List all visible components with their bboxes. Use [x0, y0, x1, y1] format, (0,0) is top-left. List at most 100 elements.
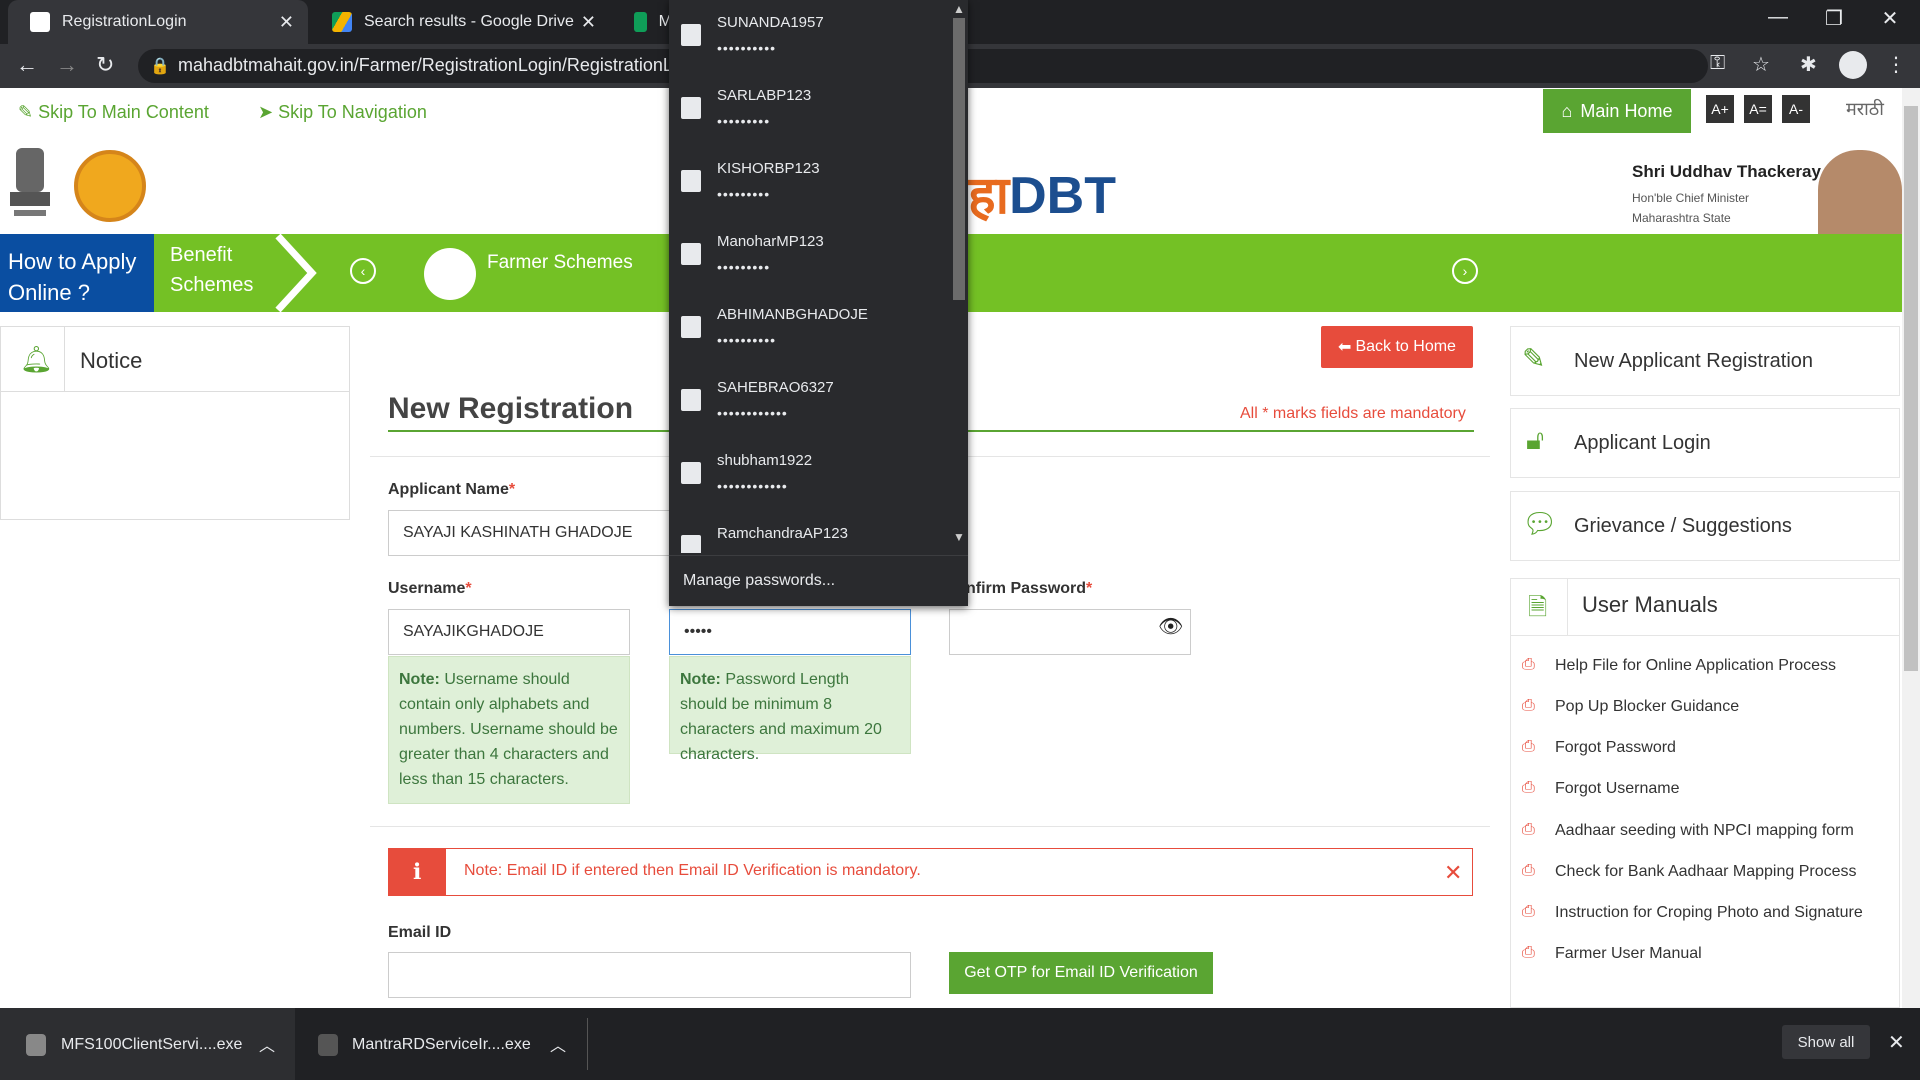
manual-link[interactable]: Forgot Username: [1555, 780, 1680, 798]
applicant-name-label: Applicant Name*: [388, 481, 515, 499]
chevron-right-icon: [275, 234, 317, 312]
download-filename[interactable]: MFS100ClientServi....exe: [61, 1036, 242, 1054]
skip-nav-label: Skip To Navigation: [278, 102, 427, 122]
new-applicant-link[interactable]: New Applicant Registration: [1574, 350, 1813, 373]
key-icon: [681, 535, 701, 553]
saved-password-item[interactable]: SAHEBRAO6327 ••••••••••••: [669, 365, 950, 438]
confirm-password-label: nfirm Password*: [966, 580, 1092, 598]
manual-link[interactable]: Help File for Online Application Process: [1555, 657, 1836, 675]
document-icon: 🗎: [1528, 594, 1548, 621]
forward-icon[interactable]: →: [56, 52, 78, 78]
saved-username: ManoharMP123: [717, 233, 824, 250]
scroll-up-icon[interactable]: ▲: [953, 2, 965, 16]
dropdown-scrollbar-thumb[interactable]: [953, 18, 965, 300]
mandatory-note: All * marks fields are mandatory: [1240, 405, 1466, 422]
chevron-up-icon[interactable]: ︿: [550, 1032, 566, 1056]
close-icon[interactable]: ✕: [581, 12, 596, 33]
extensions-icon[interactable]: ✱: [1800, 52, 1817, 77]
manual-link[interactable]: Instruction for Croping Photo and Signat…: [1555, 904, 1863, 922]
close-icon[interactable]: ✕: [1444, 860, 1462, 886]
key-icon: [681, 97, 701, 119]
profile-avatar[interactable]: [1839, 51, 1867, 79]
home-icon: ⌂: [1561, 100, 1573, 121]
font-decrease-button[interactable]: A-: [1782, 95, 1810, 123]
manual-link[interactable]: Check for Bank Aadhaar Mapping Process: [1555, 863, 1857, 881]
manual-link[interactable]: Aadhaar seeding with NPCI mapping form: [1555, 822, 1854, 840]
show-all-button[interactable]: Show all: [1782, 1025, 1870, 1059]
saved-password-item[interactable]: ManoharMP123 •••••••••: [669, 219, 950, 292]
manual-link[interactable]: Farmer User Manual: [1555, 945, 1702, 963]
tab-title: Search results - Google Drive: [364, 13, 574, 30]
restore-icon[interactable]: ❐: [1814, 6, 1854, 31]
key-icon[interactable]: ⚿: [1710, 52, 1725, 75]
minimize-icon[interactable]: —: [1758, 6, 1798, 29]
saved-password-item[interactable]: RamchandraAP123: [669, 511, 950, 553]
farmer-schemes-link[interactable]: Farmer Schemes: [487, 252, 633, 274]
lock-icon: 🔒: [150, 58, 170, 75]
key-icon: [681, 243, 701, 265]
close-window-icon[interactable]: ✕: [1870, 6, 1910, 31]
password-input[interactable]: •••••: [669, 609, 911, 655]
font-reset-button[interactable]: A=: [1744, 95, 1772, 123]
download-filename[interactable]: MantraRDServiceIr....exe: [352, 1036, 531, 1054]
close-icon[interactable]: ✕: [279, 12, 294, 33]
skip-nav-link[interactable]: ➤ Skip To Navigation: [258, 102, 427, 123]
maharashtra-seal: [74, 150, 146, 222]
benefit-schemes-label: Benefit Schemes: [170, 244, 254, 296]
username-label: Username*: [388, 580, 472, 598]
saved-username: shubham1922: [717, 452, 813, 469]
confirm-password-input[interactable]: [949, 609, 1191, 655]
carousel-next-icon[interactable]: ›: [1452, 258, 1478, 284]
username-label-text: Username: [388, 580, 466, 597]
bell-icon: 🔔︎: [20, 344, 54, 374]
carousel-prev-icon[interactable]: ‹: [350, 258, 376, 284]
saved-password-item[interactable]: KISHORBP123 •••••••••: [669, 146, 950, 219]
star-icon[interactable]: ☆: [1752, 52, 1770, 77]
saved-password-item[interactable]: shubham1922 ••••••••••••: [669, 438, 950, 511]
manage-passwords-link[interactable]: Manage passwords...: [683, 572, 835, 590]
back-to-home-label: Back to Home: [1355, 338, 1456, 355]
pdf-icon: ⎙: [1522, 944, 1535, 961]
main-home-button[interactable]: ⌂ Main Home: [1543, 89, 1691, 133]
grievance-link[interactable]: Grievance / Suggestions: [1574, 515, 1792, 538]
back-icon[interactable]: ←: [16, 52, 38, 78]
main-home-label: Main Home: [1580, 100, 1673, 121]
shelf-divider: [587, 1018, 588, 1070]
close-icon[interactable]: ✕: [1888, 1030, 1905, 1055]
how-to-apply-link[interactable]: How to Apply Online ?: [0, 234, 154, 312]
divider: [370, 826, 1490, 827]
saved-password-item[interactable]: SARLABP123 •••••••••: [669, 73, 950, 146]
note-bold: Note:: [680, 671, 721, 688]
eye-slash-icon[interactable]: 👁︎: [1158, 614, 1183, 639]
username-input[interactable]: SAYAJIKGHADOJE: [388, 609, 630, 655]
saved-password-item[interactable]: SUNANDA1957 ••••••••••: [669, 0, 950, 73]
menu-icon[interactable]: ⋮: [1886, 52, 1906, 77]
applicant-login-link[interactable]: Applicant Login: [1574, 432, 1711, 455]
manual-link[interactable]: Pop Up Blocker Guidance: [1555, 698, 1739, 716]
page-icon: [30, 12, 50, 32]
scroll-down-icon[interactable]: ▼: [953, 530, 965, 544]
skip-main-link[interactable]: ✎ Skip To Main Content: [18, 102, 209, 123]
language-toggle[interactable]: मराठी: [1846, 97, 1884, 121]
password-note: Note: Password Length should be minimum …: [669, 656, 911, 763]
chevron-up-icon[interactable]: ︿: [259, 1032, 275, 1056]
tab-registrationlogin[interactable]: RegistrationLogin ✕: [8, 0, 308, 44]
tab-google-drive[interactable]: Search results - Google Drive ✕: [310, 0, 610, 44]
page-scrollbar-thumb[interactable]: [1904, 106, 1918, 671]
key-icon: [681, 389, 701, 411]
saved-password-item[interactable]: ABHIMANBGHADOJE ••••••••••: [669, 292, 950, 365]
reload-icon[interactable]: ↻: [96, 52, 114, 78]
url-text[interactable]: mahadbtmahait.gov.in/Farmer/Registration…: [178, 55, 683, 76]
manual-link[interactable]: Forgot Password: [1555, 739, 1676, 757]
saved-password-mask: •••••••••: [717, 186, 771, 202]
key-icon: [681, 316, 701, 338]
dropdown-divider: [669, 555, 968, 556]
get-otp-button[interactable]: Get OTP for Email ID Verification: [949, 952, 1213, 994]
email-input[interactable]: [388, 952, 911, 998]
tab-sheets[interactable]: M: [612, 0, 672, 44]
cm-title: Hon'ble Chief Minister: [1632, 191, 1750, 205]
back-arrow-icon: ⬅: [1338, 339, 1352, 356]
back-to-home-button[interactable]: ⬅ Back to Home: [1321, 326, 1473, 368]
font-increase-button[interactable]: A+: [1706, 95, 1734, 123]
applicant-name-input[interactable]: SAYAJI KASHINATH GHADOJE: [388, 510, 670, 556]
